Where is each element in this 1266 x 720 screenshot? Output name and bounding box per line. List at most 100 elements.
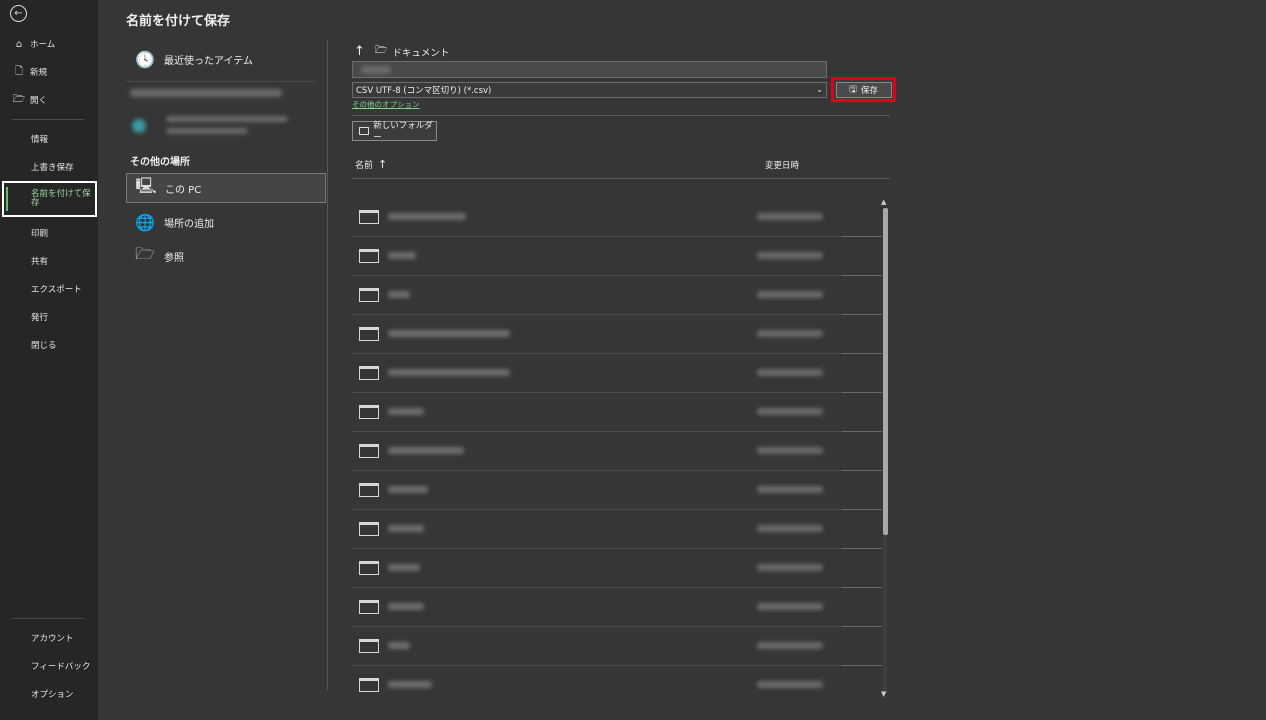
folder-open-icon: 🗁 xyxy=(135,243,155,263)
blurred-filename xyxy=(388,642,410,649)
blurred-date xyxy=(757,642,823,649)
list-item[interactable] xyxy=(352,510,882,549)
location-label: 参照 xyxy=(164,252,184,264)
blurred-account xyxy=(130,89,282,97)
nav-item-options[interactable]: オプション xyxy=(0,683,98,705)
nav-item-label: ホーム xyxy=(30,40,56,50)
computer-icon: 🖳 xyxy=(135,175,157,195)
nav-item-print[interactable]: 印刷 xyxy=(0,222,98,244)
sort-up-arrow-icon: ↑ xyxy=(378,158,388,171)
blurred-filename xyxy=(388,213,466,220)
blurred-filename xyxy=(388,681,432,688)
nav-item-publish[interactable]: 発行 xyxy=(0,306,98,328)
save-button[interactable]: 🖫 保存 xyxy=(835,81,892,98)
blurred-date xyxy=(757,447,823,454)
breadcrumb: ↑ 🗁 ドキュメント xyxy=(354,43,449,60)
folder-icon xyxy=(359,678,379,692)
up-arrow-icon[interactable]: ↑ xyxy=(354,44,365,59)
nav-divider xyxy=(12,119,84,120)
clock-icon: 🕓 xyxy=(135,49,155,69)
folder-icon xyxy=(359,522,379,536)
list-item[interactable] xyxy=(352,627,882,666)
location-add-place[interactable]: 🌐 場所の追加 xyxy=(126,207,326,237)
nav-item-save[interactable]: 上書き保存 xyxy=(0,156,98,178)
column-header-date[interactable]: 変更日時 xyxy=(765,159,799,171)
blurred-account xyxy=(166,116,288,122)
list-item[interactable] xyxy=(352,588,882,627)
column-header-name[interactable]: 名前 ↑ xyxy=(355,158,387,171)
file-type-select[interactable]: CSV UTF-8 (コンマ区切り) (*.csv) ⌄ xyxy=(352,82,827,98)
nav-item-label: 開く xyxy=(30,96,48,106)
save-button-highlight: 🖫 保存 xyxy=(831,77,896,102)
blurred-account xyxy=(166,128,248,134)
locations-divider xyxy=(126,81,316,82)
nav-item-info[interactable]: 情報 xyxy=(0,128,98,150)
location-label: 最近使ったアイテム xyxy=(164,55,253,67)
nav-item-account[interactable]: アカウント xyxy=(0,627,98,649)
folder-icon: 🗁 xyxy=(374,45,388,56)
list-item[interactable] xyxy=(352,471,882,510)
list-item[interactable] xyxy=(352,432,882,471)
save-icon: 🖫 xyxy=(849,84,857,95)
list-item[interactable] xyxy=(352,198,882,237)
folder-icon xyxy=(359,288,379,302)
nav-item-feedback[interactable]: フィードバック xyxy=(0,655,98,677)
column-label: 名前 xyxy=(355,161,374,171)
blurred-filename xyxy=(388,603,424,610)
new-folder-button[interactable]: 新しいフォルダー xyxy=(352,121,437,143)
new-folder-label: 新しいフォルダー xyxy=(373,121,433,143)
blurred-filename xyxy=(388,486,428,493)
nav-item-close[interactable]: 閉じる xyxy=(0,334,98,356)
new-document-icon: 🗋 xyxy=(14,65,24,77)
scroll-down-arrow-icon[interactable]: ▼ xyxy=(881,690,886,698)
open-folder-icon: 🗁 xyxy=(12,93,26,105)
nav-item-home[interactable]: ⌂ ホーム xyxy=(0,33,98,55)
blurred-filename xyxy=(388,564,420,571)
folder-icon xyxy=(359,561,379,575)
header-divider xyxy=(352,178,890,179)
list-item[interactable] xyxy=(352,276,882,315)
blurred-filename xyxy=(388,291,410,298)
list-item[interactable] xyxy=(352,237,882,276)
nav-item-new[interactable]: 🗋 新規 xyxy=(0,61,98,83)
new-folder-icon xyxy=(359,127,370,135)
list-item[interactable] xyxy=(352,393,882,432)
folder-icon xyxy=(359,444,379,458)
nav-item-save-as[interactable]: 名前を付けて保存 xyxy=(2,181,97,217)
list-item[interactable] xyxy=(352,666,882,705)
cloud-account-icon xyxy=(132,119,146,133)
back-arrow-icon[interactable]: ← xyxy=(10,5,27,22)
list-item[interactable] xyxy=(352,315,882,354)
location-browse[interactable]: 🗁 参照 xyxy=(126,241,326,271)
blurred-date xyxy=(757,408,823,415)
nav-item-export[interactable]: エクスポート xyxy=(0,278,98,300)
folder-icon xyxy=(359,210,379,224)
location-recent[interactable]: 🕓 最近使ったアイテム xyxy=(126,44,326,74)
list-item[interactable] xyxy=(352,354,882,393)
other-places-heading: その他の場所 xyxy=(130,157,190,168)
list-item[interactable] xyxy=(352,549,882,588)
location-label: 場所の追加 xyxy=(164,218,214,230)
blurred-filename xyxy=(388,252,416,259)
more-options-link[interactable]: その他のオプション xyxy=(352,99,420,110)
blurred-date xyxy=(757,564,823,571)
home-icon: ⌂ xyxy=(15,38,23,50)
nav-item-share[interactable]: 共有 xyxy=(0,250,98,272)
breadcrumb-folder[interactable]: ドキュメント xyxy=(392,45,449,59)
location-this-pc[interactable]: 🖳 この PC xyxy=(126,173,326,203)
blurred-filename xyxy=(388,330,510,337)
filename-input[interactable] xyxy=(352,61,827,78)
nav-item-open[interactable]: 🗁 開く xyxy=(0,89,98,111)
scrollbar-thumb[interactable] xyxy=(883,208,888,535)
globe-icon: 🌐 xyxy=(135,212,155,232)
file-list-scrollbar[interactable]: ▲ ▼ xyxy=(881,198,889,700)
blurred-filename xyxy=(361,66,391,74)
blurred-date xyxy=(757,486,823,493)
scroll-up-arrow-icon[interactable]: ▲ xyxy=(881,198,886,206)
blurred-filename xyxy=(388,369,510,376)
folder-icon xyxy=(359,249,379,263)
blurred-date xyxy=(757,681,823,688)
folder-icon xyxy=(359,483,379,497)
folder-icon xyxy=(359,327,379,341)
blurred-filename xyxy=(388,408,424,415)
